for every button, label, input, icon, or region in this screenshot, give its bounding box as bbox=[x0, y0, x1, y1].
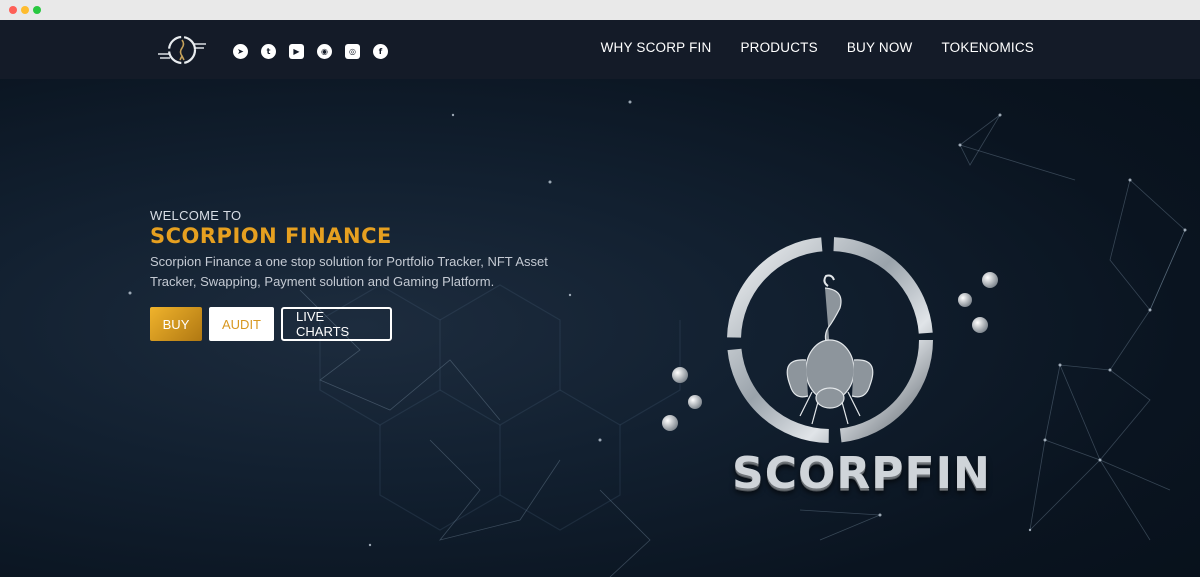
browser-chrome bbox=[0, 0, 1200, 21]
maximize-window-button[interactable] bbox=[33, 6, 41, 14]
nav-why-scorp-fin[interactable]: WHY SCORP FIN bbox=[601, 40, 712, 55]
main-menu: WHY SCORP FIN PRODUCTS BUY NOW TOKENOMIC… bbox=[601, 40, 1034, 55]
scorpion-logo-icon[interactable] bbox=[154, 32, 210, 68]
audit-button[interactable]: AUDIT bbox=[209, 307, 274, 341]
buy-button[interactable]: BUY bbox=[150, 307, 202, 341]
hero-description: Scorpion Finance a one stop solution for… bbox=[150, 254, 548, 289]
live-charts-button[interactable]: LIVE CHARTS bbox=[281, 307, 392, 341]
twitter-icon[interactable]: t bbox=[261, 44, 276, 59]
facebook-icon[interactable]: f bbox=[373, 44, 388, 59]
social-links: ➤ t ▶ ◉ ◎ f bbox=[233, 44, 388, 59]
instagram-icon[interactable]: ◎ bbox=[345, 44, 360, 59]
navbar: ➤ t ▶ ◉ ◎ f WHY SCORP FIN PRODUCTS BUY N… bbox=[0, 20, 1200, 79]
nav-tokenomics[interactable]: TOKENOMICS bbox=[941, 40, 1034, 55]
reddit-icon[interactable]: ◉ bbox=[317, 44, 332, 59]
hero-text: WELCOME TO SCORPION FINANCE Scorpion Fin… bbox=[150, 208, 580, 292]
close-window-button[interactable] bbox=[9, 6, 17, 14]
nav-buy-now[interactable]: BUY NOW bbox=[847, 40, 913, 55]
network-background bbox=[128, 100, 1187, 577]
youtube-icon[interactable]: ▶ bbox=[289, 44, 304, 59]
hero-buttons: BUY AUDIT LIVE CHARTS bbox=[150, 307, 392, 341]
minimize-window-button[interactable] bbox=[21, 6, 29, 14]
page-viewport: ➤ t ▶ ◉ ◎ f WHY SCORP FIN PRODUCTS BUY N… bbox=[0, 20, 1200, 577]
telegram-icon[interactable]: ➤ bbox=[233, 44, 248, 59]
scorpfin-wordmark: SCORPFIN bbox=[732, 448, 991, 499]
nav-products[interactable]: PRODUCTS bbox=[740, 40, 817, 55]
brand-title: SCORPION FINANCE bbox=[150, 224, 392, 248]
welcome-label: WELCOME TO bbox=[150, 208, 242, 223]
